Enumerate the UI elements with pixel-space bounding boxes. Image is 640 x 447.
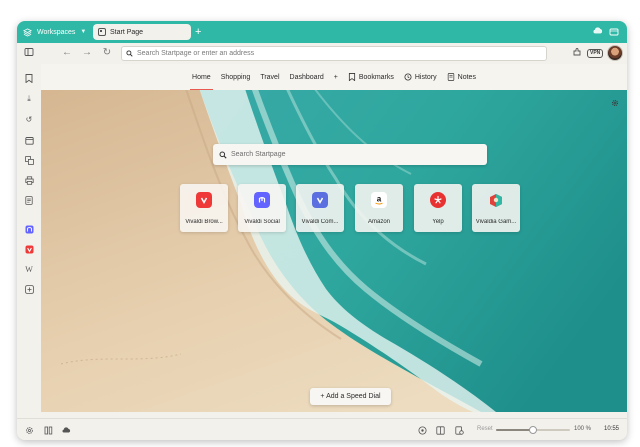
print-icon[interactable] — [24, 175, 34, 185]
bookmark-icon[interactable] — [24, 73, 34, 83]
browser-window: Workspaces ▼ Start Page + ← → ↻ Search S… — [17, 21, 627, 440]
nav-history[interactable]: History — [399, 64, 442, 90]
nav-notes-label: Notes — [457, 73, 476, 81]
new-tab-button[interactable]: + — [195, 25, 201, 39]
zoom-slider[interactable] — [496, 426, 570, 434]
nav-tab-label: Shopping — [220, 73, 251, 81]
downloads-icon[interactable]: ⤓ — [24, 94, 34, 104]
sync-cloud-icon[interactable] — [61, 425, 71, 435]
vivaldi-logo-icon — [196, 192, 212, 208]
nav-tab-label: Home — [192, 73, 211, 81]
yelp-logo-icon — [430, 192, 446, 208]
start-page: Home Shopping Travel Dashboard + Bookmar… — [41, 64, 627, 412]
add-speed-dial-label: + Add a Speed Dial — [320, 393, 381, 400]
beach-background-image — [41, 64, 627, 412]
search-icon — [219, 151, 227, 159]
vivaldia-logo-icon — [488, 192, 504, 208]
calendar-icon[interactable] — [24, 135, 34, 145]
nav-bookmarks[interactable]: Bookmarks — [343, 64, 399, 90]
zoom-slider-fill — [496, 429, 533, 431]
vivaldi-logo-icon — [312, 192, 328, 208]
tab-bar: Workspaces ▼ Start Page + — [17, 21, 627, 43]
page-actions-icon[interactable] — [454, 425, 464, 435]
history-icon — [404, 73, 412, 81]
settings-gear-icon[interactable] — [24, 425, 34, 435]
address-toolbar: ← → ↻ Search Startpage or enter an addre… — [17, 43, 627, 64]
search-placeholder: Search Startpage — [231, 151, 286, 158]
zoom-slider-handle[interactable] — [529, 426, 537, 434]
amazon-logo-icon: a — [371, 192, 387, 208]
nav-notes[interactable]: Notes — [442, 64, 481, 90]
speed-dial-label: Vivaldia Gam... — [475, 219, 517, 225]
add-group-button[interactable]: + — [329, 64, 343, 90]
speed-dial-label: Amazon — [367, 219, 390, 225]
nav-tab-label: Dashboard — [289, 73, 324, 81]
tab-stack-icon[interactable] — [609, 27, 619, 37]
zoom-reset-button[interactable]: Reset — [477, 426, 493, 432]
nav-tab-shopping[interactable]: Shopping — [216, 64, 256, 90]
add-panel-icon[interactable] — [24, 284, 34, 294]
nav-tab-travel[interactable]: Travel — [255, 64, 284, 90]
nav-tab-dashboard[interactable]: Dashboard — [285, 64, 329, 90]
mastodon-icon[interactable] — [24, 224, 34, 234]
add-speed-dial-button[interactable]: + Add a Speed Dial — [310, 388, 391, 405]
mastodon-logo-icon — [254, 192, 270, 208]
zoom-level: 100 % — [574, 426, 592, 432]
extensions-icon[interactable] — [571, 47, 583, 59]
speed-dial-label: Vivaldi Social — [244, 219, 280, 225]
start-page-navbar: Home Shopping Travel Dashboard + Bookmar… — [41, 64, 627, 90]
translate-icon[interactable] — [24, 155, 34, 165]
speed-dial-label: Vivaldi Com... — [301, 219, 339, 225]
bookmark-icon — [348, 73, 355, 81]
status-bar: Reset 100 % 10:55 — [17, 418, 627, 440]
vpn-button[interactable]: VPN — [587, 49, 604, 58]
avatar[interactable] — [607, 45, 623, 61]
tiling-icon[interactable] — [435, 425, 445, 435]
wikipedia-icon[interactable]: W — [24, 264, 34, 274]
side-panel: ⤓ ↺ W — [17, 64, 41, 412]
speed-dial-vivaldia-games[interactable]: Vivaldia Gam... — [472, 184, 520, 232]
add-group-label: + — [333, 73, 338, 81]
address-placeholder: Search Startpage or enter an address — [137, 50, 255, 57]
nav-history-label: History — [414, 73, 437, 81]
chevron-down-icon: ▼ — [80, 29, 87, 35]
capture-icon[interactable] — [417, 425, 427, 435]
nav-tab-home[interactable]: Home — [187, 64, 216, 90]
reload-icon[interactable]: ↻ — [101, 47, 113, 59]
panel-toggle-icon[interactable] — [23, 47, 35, 59]
tab-title: Start Page — [110, 28, 144, 36]
search-icon — [126, 50, 133, 57]
forward-arrow-icon[interactable]: → — [81, 47, 93, 59]
speed-dial-amazon[interactable]: a Amazon — [355, 184, 403, 232]
workspaces-icon — [23, 27, 32, 37]
nav-bookmarks-label: Bookmarks — [358, 73, 394, 81]
notes-icon[interactable] — [24, 195, 34, 205]
sync-cloud-icon[interactable] — [592, 27, 603, 34]
speed-dial-vivaldi-community[interactable]: Vivaldi Com... — [296, 184, 344, 232]
speed-dial-vivaldi-social[interactable]: Vivaldi Social — [238, 184, 286, 232]
window-panel-icon[interactable] — [43, 425, 53, 435]
workspaces-button[interactable]: Workspaces ▼ — [23, 25, 86, 39]
workspaces-label: Workspaces — [37, 28, 76, 36]
nav-tab-label: Travel — [260, 73, 280, 81]
speed-dial-label: Yelp — [432, 219, 444, 225]
history-icon[interactable]: ↺ — [24, 114, 34, 124]
speed-dial-vivaldi-browser[interactable]: Vivaldi Brow... — [180, 184, 228, 232]
notes-icon — [447, 73, 454, 81]
startpage-search-input[interactable]: Search Startpage — [213, 144, 487, 165]
speed-dial-label: Vivaldi Brow... — [185, 219, 223, 225]
clock: 10:55 — [604, 426, 620, 432]
speed-dial-yelp[interactable]: Yelp — [414, 184, 462, 232]
vivaldi-icon[interactable] — [24, 244, 34, 254]
address-field[interactable]: Search Startpage or enter an address — [121, 46, 547, 61]
start-page-icon — [98, 28, 106, 36]
settings-gear-icon[interactable] — [611, 99, 619, 107]
tab-start-page[interactable]: Start Page — [93, 24, 191, 40]
svg-text:a: a — [377, 195, 382, 204]
back-arrow-icon[interactable]: ← — [61, 47, 73, 59]
